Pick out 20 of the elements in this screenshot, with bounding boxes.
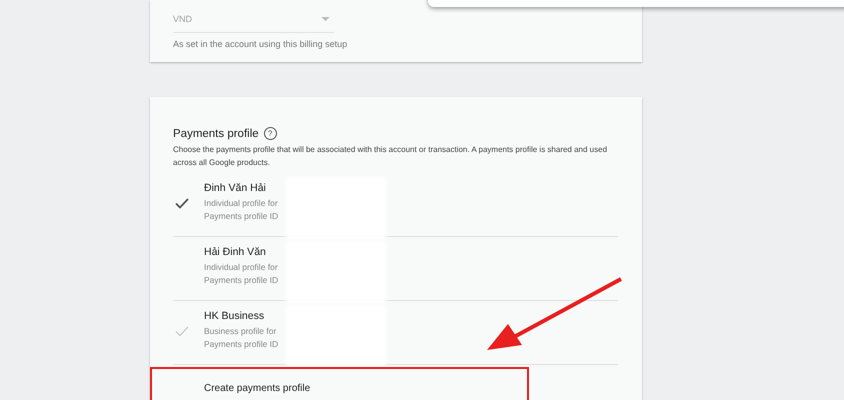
profile-name: Đinh Văn Hải (204, 182, 267, 194)
caret-icon (321, 16, 330, 22)
profile-item[interactable]: Hải Đinh Văn Individual profile for Payments profile ID (173, 237, 618, 301)
section-description: Choose the payments profile that will be associated with this account or transaction. A payments profile is shared and used across all Google products. (173, 144, 608, 169)
profile-id: Payments profile ID (204, 274, 278, 287)
profile-item[interactable]: Đinh Văn Hải Individual profile for Payments profile ID (173, 173, 618, 237)
profile-item[interactable]: HK Business Business profile for Payments profile ID (173, 301, 618, 365)
profile-type: Business profile for (204, 325, 278, 338)
profile-name: Hải Đinh Văn (204, 246, 267, 258)
profile-type: Individual profile for (204, 261, 278, 274)
checkmark-icon (175, 198, 189, 209)
checkmark-icon (175, 326, 189, 337)
create-profile-link[interactable]: Create payments profile (204, 383, 618, 394)
profile-id: Payments profile ID (204, 210, 278, 223)
help-icon[interactable]: ? (264, 127, 277, 140)
profile-id: Payments profile ID (204, 338, 278, 351)
section-title: Payments profile (173, 128, 259, 140)
profile-name: HK Business (204, 310, 266, 322)
currency-hint: As set in the account using this billing setup (173, 39, 348, 49)
profile-type: Individual profile for (204, 197, 278, 210)
